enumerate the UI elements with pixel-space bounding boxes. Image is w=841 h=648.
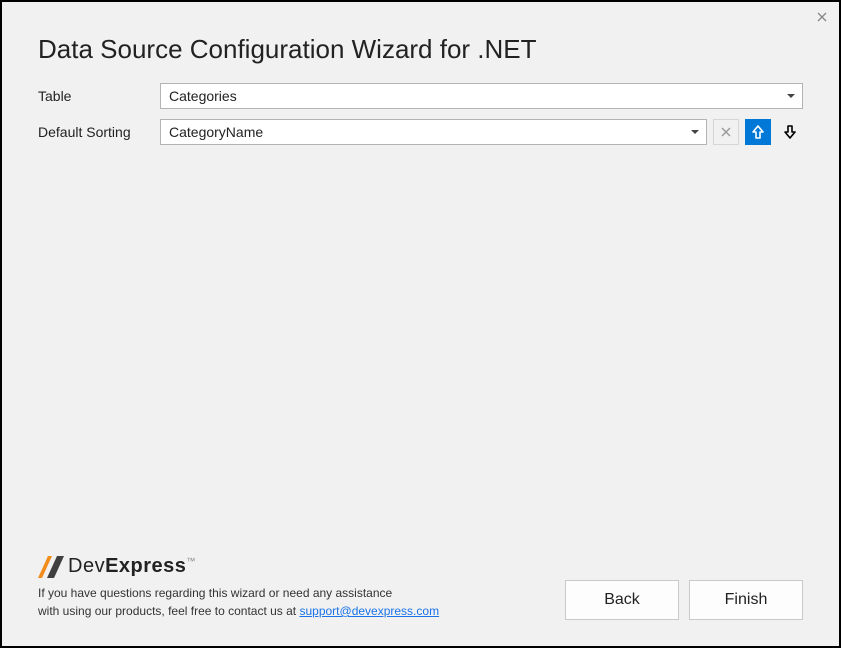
content-spacer — [38, 155, 803, 555]
page-title: Data Source Configuration Wizard for .NE… — [38, 34, 803, 65]
chevron-down-icon — [786, 94, 796, 99]
sort-ascending-button[interactable] — [745, 119, 771, 145]
table-label: Table — [38, 88, 160, 104]
support-link[interactable]: support@devexpress.com — [299, 604, 439, 618]
help-line-2-prefix: with using our products, feel free to co… — [38, 604, 299, 618]
devexpress-logo-icon — [38, 556, 64, 578]
x-icon — [721, 127, 731, 137]
arrow-down-icon — [784, 125, 796, 139]
finish-button[interactable]: Finish — [689, 580, 803, 620]
footer-buttons: Back Finish — [565, 580, 803, 620]
arrow-up-icon — [752, 125, 764, 139]
chevron-down-icon — [690, 130, 700, 135]
footer-left: DevExpress™ If you have questions regard… — [38, 555, 545, 620]
wizard-footer: DevExpress™ If you have questions regard… — [2, 555, 839, 646]
sorting-label: Default Sorting — [38, 124, 160, 140]
help-text: If you have questions regarding this wiz… — [38, 584, 545, 620]
table-row: Table Categories — [38, 83, 803, 109]
wizard-content: Data Source Configuration Wizard for .NE… — [2, 2, 839, 555]
close-button[interactable] — [813, 8, 831, 26]
clear-sort-button[interactable] — [713, 119, 739, 145]
help-line-1: If you have questions regarding this wiz… — [38, 586, 392, 600]
wizard-window: Data Source Configuration Wizard for .NE… — [0, 0, 841, 648]
sorting-combobox[interactable]: CategoryName — [160, 119, 707, 145]
sorting-controls: CategoryName — [160, 119, 803, 145]
table-combobox-value: Categories — [169, 88, 786, 104]
sorting-combobox-value: CategoryName — [169, 124, 690, 140]
brand-logo: DevExpress™ — [38, 555, 545, 578]
sort-descending-button[interactable] — [777, 119, 803, 145]
back-button[interactable]: Back — [565, 580, 679, 620]
close-icon — [817, 12, 827, 22]
sorting-row: Default Sorting CategoryName — [38, 119, 803, 145]
brand-text: DevExpress™ — [68, 555, 196, 578]
table-combobox[interactable]: Categories — [160, 83, 803, 109]
